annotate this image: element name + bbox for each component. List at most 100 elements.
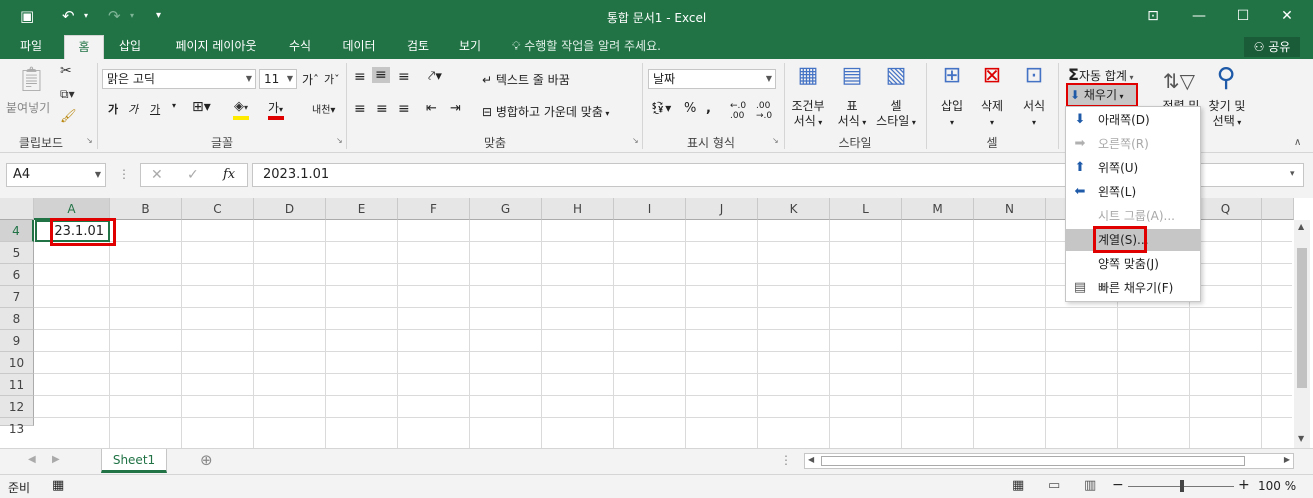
orientation-icon[interactable]: ⤤▾ [428, 69, 442, 84]
tab-home[interactable]: 홈 [64, 35, 104, 59]
cancel-icon[interactable]: ✕ [151, 167, 163, 183]
add-sheet-icon[interactable]: ⊕ [200, 451, 213, 469]
zoom-slider-thumb[interactable] [1180, 480, 1184, 492]
column-header[interactable]: K [758, 198, 830, 220]
menu-item-justify[interactable]: 양쪽 맞춤(J) [1066, 253, 1200, 275]
menu-item-fill-down[interactable]: ⬇ 아래쪽(D) [1066, 109, 1200, 131]
decrease-decimal-icon[interactable]: .00 →.0 [756, 101, 772, 121]
paste-icon[interactable]: 📋︎ [16, 65, 46, 95]
collapse-ribbon-icon[interactable]: ∧ [1294, 137, 1301, 148]
macro-record-icon[interactable]: ▦ [52, 478, 64, 493]
number-format-combo[interactable]: 날짜 ▼ [648, 69, 776, 89]
row-header[interactable]: 9 [0, 330, 34, 352]
page-break-view-icon[interactable]: ▥ [1084, 478, 1096, 493]
format-table-button[interactable]: 표 서식 ▾ [832, 99, 872, 130]
enter-icon[interactable]: ✓ [187, 167, 199, 183]
border-icon[interactable]: ⊞▾ [192, 99, 211, 115]
row-header[interactable]: 7 [0, 286, 34, 308]
increase-font-icon[interactable]: 가ˆ [302, 71, 319, 88]
increase-indent-icon[interactable]: ⇥ [450, 101, 461, 116]
insert-function-icon[interactable]: fx [223, 167, 235, 182]
phonetic-icon[interactable]: 내천▾ [312, 101, 335, 116]
merge-center-button[interactable]: ⊟ 병합하고 가운데 맞춤 ▾ [482, 103, 609, 120]
column-header[interactable]: B [110, 198, 182, 220]
select-all-corner[interactable] [0, 198, 34, 220]
column-header[interactable]: G [470, 198, 542, 220]
column-header[interactable]: C [182, 198, 254, 220]
name-box[interactable]: A4 ▼ [6, 163, 106, 187]
align-right-icon[interactable]: ≡ [398, 101, 410, 117]
close-icon[interactable]: ✕ [1274, 6, 1300, 26]
scroll-down-icon[interactable]: ▼ [1298, 434, 1304, 443]
underline-button[interactable]: 가 [150, 101, 160, 117]
row-header[interactable]: 13 [0, 418, 34, 436]
scroll-right-icon[interactable]: ▶ [1284, 455, 1290, 464]
row-header[interactable]: 10 [0, 352, 34, 374]
column-header[interactable]: D [254, 198, 326, 220]
scroll-up-icon[interactable]: ▲ [1298, 222, 1304, 231]
column-header[interactable]: I [614, 198, 686, 220]
bold-button[interactable]: 가 [108, 101, 118, 117]
delete-cells-button[interactable]: 삭제 ▾ [980, 99, 1004, 130]
font-name-combo[interactable]: 맑은 고딕 ▼ [102, 69, 256, 89]
column-header[interactable]: E [326, 198, 398, 220]
tab-formulas[interactable]: 수식 [280, 37, 320, 59]
tell-me-box[interactable]: 💡︎ 수행할 작업을 알려 주세요. [512, 37, 661, 54]
insert-cells-icon[interactable]: ⊞ [938, 63, 966, 88]
column-header[interactable]: L [830, 198, 902, 220]
alignment-launcher-icon[interactable]: ↘ [632, 136, 639, 145]
format-cells-button[interactable]: 서식 ▾ [1022, 99, 1046, 130]
delete-cells-icon[interactable]: ⊠ [978, 63, 1006, 88]
align-bottom-icon[interactable]: ≡ [398, 69, 410, 85]
row-header[interactable]: 11 [0, 374, 34, 396]
row-header[interactable]: 8 [0, 308, 34, 330]
vertical-scrollbar[interactable]: ▲ ▼ [1294, 220, 1310, 448]
find-select-button[interactable]: 찾기 및 선택 ▾ [1204, 99, 1250, 130]
page-layout-view-icon[interactable]: ▭ [1048, 478, 1060, 493]
decrease-indent-icon[interactable]: ⇤ [426, 101, 437, 116]
tab-insert[interactable]: 삽입 [110, 37, 150, 59]
align-top-icon[interactable]: ≡ [354, 69, 366, 85]
column-header[interactable]: A [34, 198, 110, 220]
maximize-icon[interactable]: ☐ [1230, 6, 1256, 26]
tab-file[interactable]: 파일 [10, 37, 52, 59]
row-header[interactable]: 6 [0, 264, 34, 286]
minimize-icon[interactable]: — [1186, 6, 1212, 26]
ribbon-display-icon[interactable]: ⊡ [1140, 6, 1166, 26]
scroll-thumb[interactable] [1297, 248, 1307, 388]
scroll-left-icon[interactable]: ◀ [808, 455, 814, 464]
font-color-icon[interactable]: 가▾ [268, 99, 283, 116]
format-table-icon[interactable]: ▤ [838, 63, 866, 88]
align-middle-icon[interactable]: ≡ [372, 67, 390, 83]
sort-filter-icon[interactable]: ⇅▽ [1162, 69, 1196, 93]
comma-icon[interactable]: , [706, 101, 711, 116]
horizontal-scrollbar[interactable]: ◀ ▶ [804, 453, 1294, 469]
fill-color-icon[interactable]: ◈▾ [234, 99, 248, 114]
prev-sheet-icon[interactable]: ◀ [28, 454, 36, 465]
column-header[interactable]: J [686, 198, 758, 220]
clipboard-launcher-icon[interactable]: ↘ [86, 136, 93, 145]
copy-icon[interactable]: ⧉▾ [60, 87, 75, 102]
sheet-tab[interactable]: Sheet1 [101, 449, 167, 473]
italic-button[interactable]: 가 [128, 101, 138, 117]
cell-styles-icon[interactable]: ▧ [882, 63, 910, 88]
accounting-icon[interactable]: 💱︎▾ [650, 101, 671, 115]
tab-data[interactable]: 데이터 [334, 37, 384, 59]
expand-formula-icon[interactable]: ▾ [1290, 169, 1295, 179]
paste-button[interactable]: 붙여넣기 [6, 99, 50, 116]
number-launcher-icon[interactable]: ↘ [772, 136, 779, 145]
align-center-icon[interactable]: ≡ [376, 101, 388, 117]
tab-page-layout[interactable]: 페이지 레이아웃 [164, 37, 268, 59]
conditional-format-icon[interactable]: ▦ [794, 63, 822, 88]
format-painter-icon[interactable]: 🖌︎ [60, 109, 77, 124]
zoom-level[interactable]: 100 % [1258, 479, 1296, 493]
font-launcher-icon[interactable]: ↘ [336, 136, 343, 145]
column-header[interactable]: N [974, 198, 1046, 220]
column-header-partial[interactable] [1262, 198, 1294, 220]
insert-cells-button[interactable]: 삽입 ▾ [940, 99, 964, 130]
increase-decimal-icon[interactable]: ←.0.00 [730, 101, 746, 121]
wrap-text-button[interactable]: ↵ 텍스트 줄 바꿈 [482, 71, 570, 88]
menu-item-flash-fill[interactable]: ▤ 빠른 채우기(F) [1066, 277, 1200, 299]
underline-dropdown-icon[interactable]: ▾ [172, 101, 176, 110]
fill-button[interactable]: ⬇ 채우기 ▾ [1066, 83, 1138, 107]
